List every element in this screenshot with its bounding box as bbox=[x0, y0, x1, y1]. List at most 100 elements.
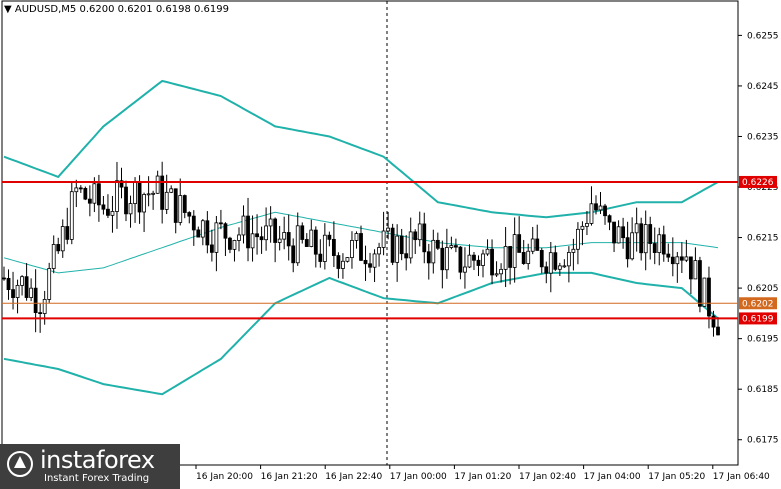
candle-body bbox=[395, 235, 400, 263]
candle-body bbox=[670, 256, 675, 265]
candle-body bbox=[598, 205, 603, 211]
candle-body bbox=[101, 204, 106, 210]
candle-body bbox=[282, 232, 287, 240]
candle-body bbox=[38, 312, 43, 315]
candle-body bbox=[576, 228, 580, 250]
candle-body bbox=[580, 225, 585, 230]
y-tick-label: 0.6255 bbox=[747, 31, 779, 41]
candle-body bbox=[214, 222, 219, 253]
candle-body bbox=[327, 234, 332, 240]
candle-body bbox=[453, 245, 458, 248]
candle-body bbox=[630, 232, 635, 260]
y-tick-label: 0.6185 bbox=[747, 385, 779, 395]
candle-body bbox=[422, 223, 427, 253]
candle-body bbox=[413, 231, 418, 241]
candle-body bbox=[716, 326, 720, 336]
candle-body bbox=[607, 215, 612, 223]
candle-body bbox=[56, 244, 61, 252]
candle-body bbox=[368, 263, 372, 268]
candle-body bbox=[566, 252, 571, 267]
candle-body bbox=[508, 246, 513, 268]
x-tick-label: 17 Jan 01:20 bbox=[454, 472, 511, 482]
candle-body bbox=[92, 183, 97, 204]
candle-body bbox=[155, 175, 160, 194]
candle-body bbox=[634, 223, 639, 234]
candle-body bbox=[589, 203, 594, 224]
candle-body bbox=[386, 227, 391, 232]
candle-body bbox=[187, 212, 192, 217]
candle-body bbox=[350, 240, 354, 258]
candle-body bbox=[553, 252, 558, 270]
candle-body bbox=[33, 287, 38, 314]
x-tick-label: 17 Jan 02:40 bbox=[519, 472, 576, 482]
candle-body bbox=[169, 188, 174, 193]
symbol-marker: ▼ bbox=[4, 4, 12, 15]
candle-body bbox=[354, 233, 359, 241]
y-tick-label: 0.6175 bbox=[747, 436, 779, 446]
candle-body bbox=[585, 223, 589, 227]
instaforex-logo: instaforex Instant Forex Trading bbox=[0, 444, 180, 489]
candle-body bbox=[490, 248, 494, 276]
candle-body bbox=[304, 239, 309, 247]
candle-body bbox=[6, 277, 11, 291]
candle-body bbox=[331, 238, 336, 256]
candle-body bbox=[20, 276, 24, 286]
candle-body bbox=[196, 229, 201, 238]
candle-body bbox=[643, 224, 648, 254]
x-tick-label: 17 Jan 05:20 bbox=[648, 472, 705, 482]
candle-body bbox=[300, 225, 305, 240]
candle-body bbox=[83, 188, 88, 200]
candle-body bbox=[47, 268, 52, 300]
y-tick-label: 0.6215 bbox=[747, 234, 779, 244]
candle-body bbox=[377, 247, 381, 255]
candle-body bbox=[476, 259, 481, 266]
x-tick-label: 16 Jan 21:20 bbox=[261, 472, 318, 482]
price-chart: 0.62550.62450.62350.62250.62150.62050.61… bbox=[1, 0, 779, 482]
x-tick-label: 17 Jan 00:00 bbox=[390, 472, 447, 482]
candle-body bbox=[182, 195, 187, 213]
candle-body bbox=[65, 226, 70, 240]
candle-body bbox=[318, 253, 323, 262]
candle-body bbox=[494, 273, 499, 276]
candle-body bbox=[246, 215, 250, 249]
candle-body bbox=[408, 231, 413, 259]
x-tick-label: 17 Jan 04:00 bbox=[584, 472, 641, 482]
candle-body bbox=[485, 248, 490, 255]
x-tick-label: 17 Jan 06:40 bbox=[713, 472, 770, 482]
candle-body bbox=[548, 252, 553, 274]
candle-body bbox=[11, 289, 15, 298]
candle-body bbox=[322, 234, 327, 262]
y-tick-label: 0.6235 bbox=[747, 132, 779, 142]
candle-body bbox=[657, 234, 662, 253]
candle-body bbox=[417, 223, 422, 241]
candle-body bbox=[24, 276, 29, 298]
candle-body bbox=[200, 220, 205, 238]
candle-body bbox=[51, 244, 56, 269]
candle-body bbox=[191, 215, 196, 231]
x-tick-label: 16 Jan 20:00 bbox=[196, 472, 253, 482]
ohlc-values: 0.6200 0.6201 0.6198 0.6199 bbox=[79, 4, 229, 15]
logo-mark-icon bbox=[7, 451, 33, 477]
candle-body bbox=[133, 182, 137, 204]
candle-body bbox=[535, 238, 540, 251]
candle-body bbox=[178, 195, 183, 223]
candle-body bbox=[42, 299, 47, 314]
logo-tagline: Instant Forex Trading bbox=[44, 473, 150, 484]
candle-body bbox=[264, 225, 269, 241]
candle-body bbox=[173, 188, 178, 223]
candle-body bbox=[688, 256, 693, 280]
candle-body bbox=[594, 203, 598, 211]
candle-body bbox=[467, 254, 472, 268]
candle-body bbox=[539, 250, 544, 268]
candle-body bbox=[621, 226, 626, 239]
candle-body bbox=[291, 245, 296, 264]
candle-body bbox=[259, 236, 264, 241]
candle-body bbox=[693, 260, 698, 280]
candle-body bbox=[444, 247, 449, 271]
candle-body bbox=[268, 218, 273, 227]
chart-symbol-header: ▼ AUDUSD,M5 0.6200 0.6201 0.6198 0.6199 bbox=[4, 4, 229, 15]
candle-body bbox=[472, 254, 476, 261]
candle-body bbox=[512, 234, 517, 268]
y-tick-label: 0.6245 bbox=[747, 82, 779, 92]
candle-body bbox=[440, 247, 445, 271]
